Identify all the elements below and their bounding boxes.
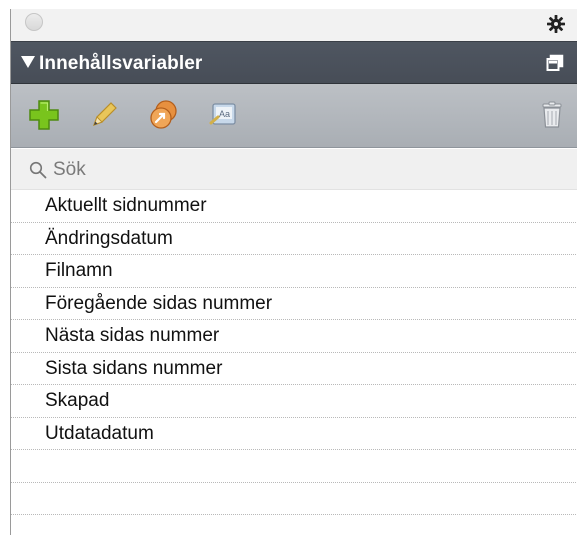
list-item[interactable]: Föregående sidas nummer (11, 288, 577, 320)
list-item[interactable]: Filnamn (11, 255, 577, 288)
panel-title: Innehållsvariabler (39, 53, 203, 74)
list-item[interactable]: Ändringsdatum (11, 223, 577, 255)
list-item[interactable]: Utdatadatum (11, 418, 577, 450)
convert-icon[interactable] (147, 98, 181, 132)
panel-top-strip (11, 9, 577, 41)
list-item[interactable]: Skapad (11, 385, 577, 418)
popout-icon[interactable] (546, 54, 564, 72)
list-item[interactable]: Sista sidans nummer (11, 353, 577, 385)
insert-variable-icon[interactable]: Aa (207, 98, 241, 132)
empty-row (11, 450, 577, 483)
content-variables-panel: Innehållsvariabler Aa Sök Aktuellt sidnu… (10, 9, 577, 535)
empty-row (11, 483, 577, 515)
panel-header[interactable]: Innehållsvariabler (11, 41, 577, 84)
search-icon (29, 161, 47, 179)
search-input[interactable] (53, 156, 533, 184)
variable-list: Aktuellt sidnummer Ändringsdatum Filnamn… (11, 190, 577, 535)
search-bar (11, 149, 577, 190)
list-item[interactable]: Aktuellt sidnummer (11, 190, 577, 223)
panel-toolbar: Aa (11, 84, 577, 148)
trash-icon[interactable] (535, 98, 569, 132)
svg-text:Aa: Aa (219, 109, 230, 119)
edit-pencil-icon[interactable] (87, 98, 121, 132)
list-item[interactable]: Nästa sidas nummer (11, 320, 577, 353)
window-dot-icon[interactable] (25, 13, 43, 31)
gear-icon[interactable] (546, 14, 566, 34)
add-icon[interactable] (27, 98, 61, 132)
empty-row (11, 515, 577, 535)
disclosure-triangle-icon[interactable] (21, 56, 35, 68)
